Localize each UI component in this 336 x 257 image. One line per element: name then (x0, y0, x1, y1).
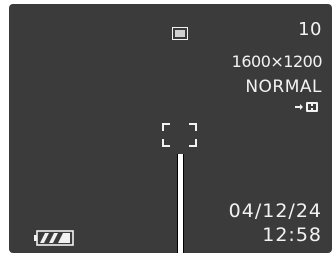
shots-remaining: 10 (298, 19, 322, 40)
battery-full-icon (34, 230, 74, 246)
date-display: 04/12/24 (228, 200, 322, 222)
focus-corner-top-left (162, 123, 170, 131)
scene-pole (177, 154, 184, 253)
focus-corner-bottom-right (189, 139, 197, 147)
focus-frame-icon (162, 123, 197, 147)
image-size: 1600×1200 (231, 52, 323, 71)
camera-lcd-screen: 10 1600×1200 NORMAL 04/12/24 12:58 (9, 4, 332, 253)
focus-corner-top-right (189, 123, 197, 131)
image-quality: NORMAL (245, 77, 322, 97)
single-frame-icon (172, 27, 188, 40)
built-in-memory-icon (295, 102, 318, 112)
focus-corner-bottom-left (162, 139, 170, 147)
time-display: 12:58 (262, 224, 322, 246)
